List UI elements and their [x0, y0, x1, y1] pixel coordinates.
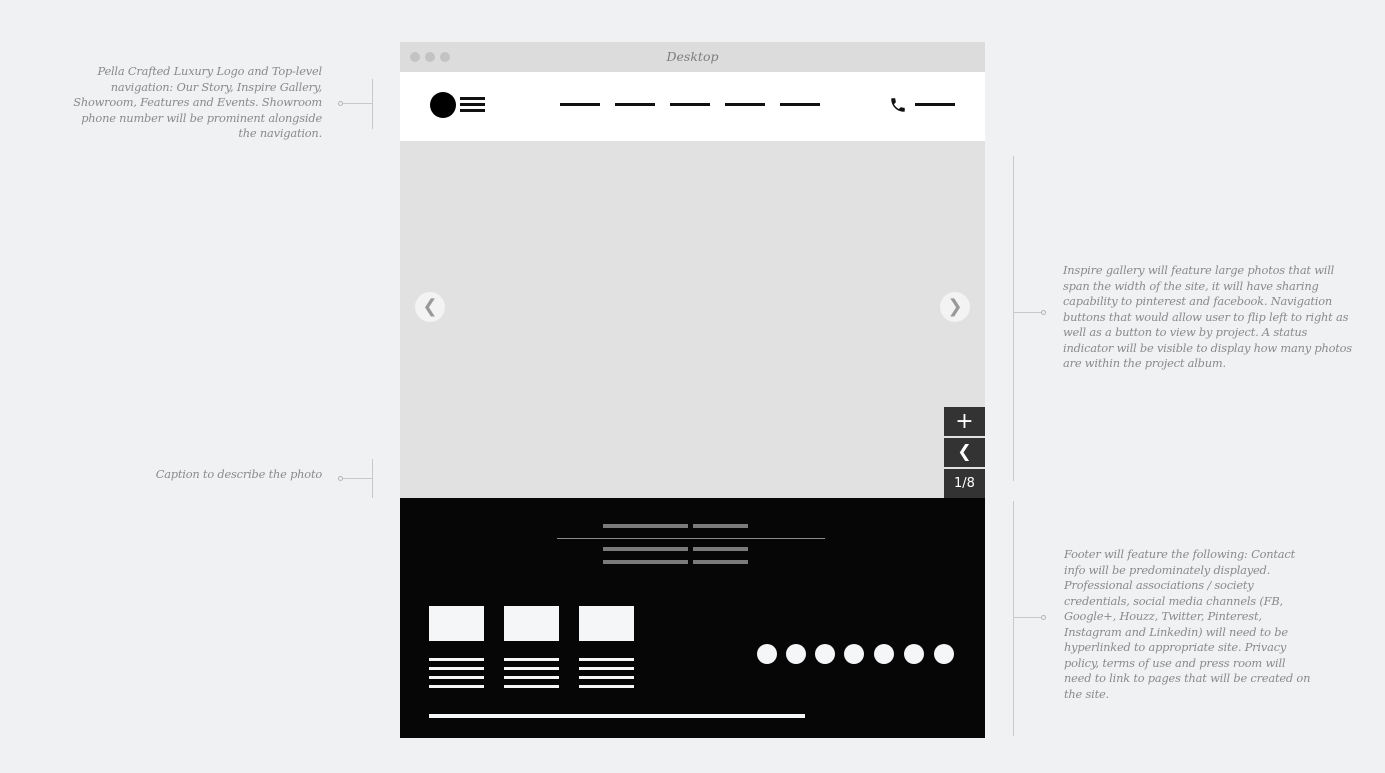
connector-gallery-tick	[1013, 312, 1042, 313]
credential-2-line-3	[504, 676, 559, 679]
social-icon-3[interactable]	[815, 644, 835, 664]
contact-divider	[557, 538, 825, 539]
footer-legal-links[interactable]	[429, 714, 805, 718]
connector-gallery	[1013, 156, 1014, 481]
credential-badge-1[interactable]	[429, 606, 484, 641]
credential-1-line-2	[429, 667, 484, 670]
nav-item-5[interactable]	[780, 103, 820, 106]
connector-caption-dot	[338, 476, 343, 481]
connector-footer-tick	[1013, 617, 1042, 618]
credential-1-line-4	[429, 685, 484, 688]
social-icon-6[interactable]	[904, 644, 924, 664]
connector-footer-dot	[1041, 615, 1046, 620]
brand-logo[interactable]	[430, 92, 456, 118]
annotation-header: Pella Crafted Luxury Logo and Top-level …	[73, 64, 322, 140]
social-icon-7[interactable]	[934, 644, 954, 664]
nav-item-2[interactable]	[615, 103, 655, 106]
phone-number[interactable]	[915, 103, 955, 106]
site-header	[400, 72, 985, 141]
connector-gallery-dot	[1041, 310, 1046, 315]
credential-3-line-4	[579, 685, 634, 688]
phone-icon[interactable]	[889, 96, 907, 114]
credential-3-line-3	[579, 676, 634, 679]
credential-2-line-4	[504, 685, 559, 688]
social-icon-2[interactable]	[786, 644, 806, 664]
connector-caption	[372, 459, 373, 498]
credential-3-line-2	[579, 667, 634, 670]
inspire-gallery: ❮ ❯ + ❮ 1/8	[400, 141, 985, 523]
contact-line-2a	[603, 547, 688, 551]
view-by-project-button[interactable]: +	[944, 407, 985, 436]
connector-header-tick	[343, 103, 372, 104]
gallery-prev-button[interactable]: ❮	[415, 292, 445, 322]
connector-footer	[1013, 501, 1014, 736]
contact-line-1a	[603, 524, 688, 528]
credential-2-line-1	[504, 658, 559, 661]
share-button[interactable]: ❮	[944, 438, 985, 467]
credential-3-line-1	[579, 658, 634, 661]
site-footer	[400, 498, 985, 738]
contact-line-2b	[693, 547, 748, 551]
social-icon-4[interactable]	[844, 644, 864, 664]
annotation-gallery: Inspire gallery will feature large photo…	[1063, 263, 1352, 370]
credential-badge-3[interactable]	[579, 606, 634, 641]
annotation-footer: Footer will feature the following: Conta…	[1064, 547, 1311, 701]
annotation-caption: Caption to describe the photo	[155, 467, 322, 481]
contact-line-3b	[693, 560, 748, 564]
logo-mark-line-2	[460, 103, 485, 106]
nav-item-4[interactable]	[725, 103, 765, 106]
nav-item-1[interactable]	[560, 103, 600, 106]
credential-1-line-3	[429, 676, 484, 679]
photo-status-indicator: 1/8	[944, 469, 985, 498]
credential-badge-2[interactable]	[504, 606, 559, 641]
social-icon-5[interactable]	[874, 644, 894, 664]
window-title: Desktop	[666, 49, 719, 64]
connector-header	[372, 79, 373, 129]
gallery-next-button[interactable]: ❯	[940, 292, 970, 322]
contact-line-3a	[603, 560, 688, 564]
connector-header-dot	[338, 101, 343, 106]
credential-1-line-1	[429, 658, 484, 661]
window-titlebar: Desktop	[400, 42, 985, 72]
connector-caption-tick	[343, 478, 372, 479]
social-icon-1[interactable]	[757, 644, 777, 664]
logo-mark-line-3	[460, 109, 485, 112]
nav-item-3[interactable]	[670, 103, 710, 106]
contact-line-1b	[693, 524, 748, 528]
desktop-frame: Desktop ❮ ❯ + ❮ 1/8	[400, 42, 985, 738]
credential-2-line-2	[504, 667, 559, 670]
logo-mark-line-1	[460, 97, 485, 100]
